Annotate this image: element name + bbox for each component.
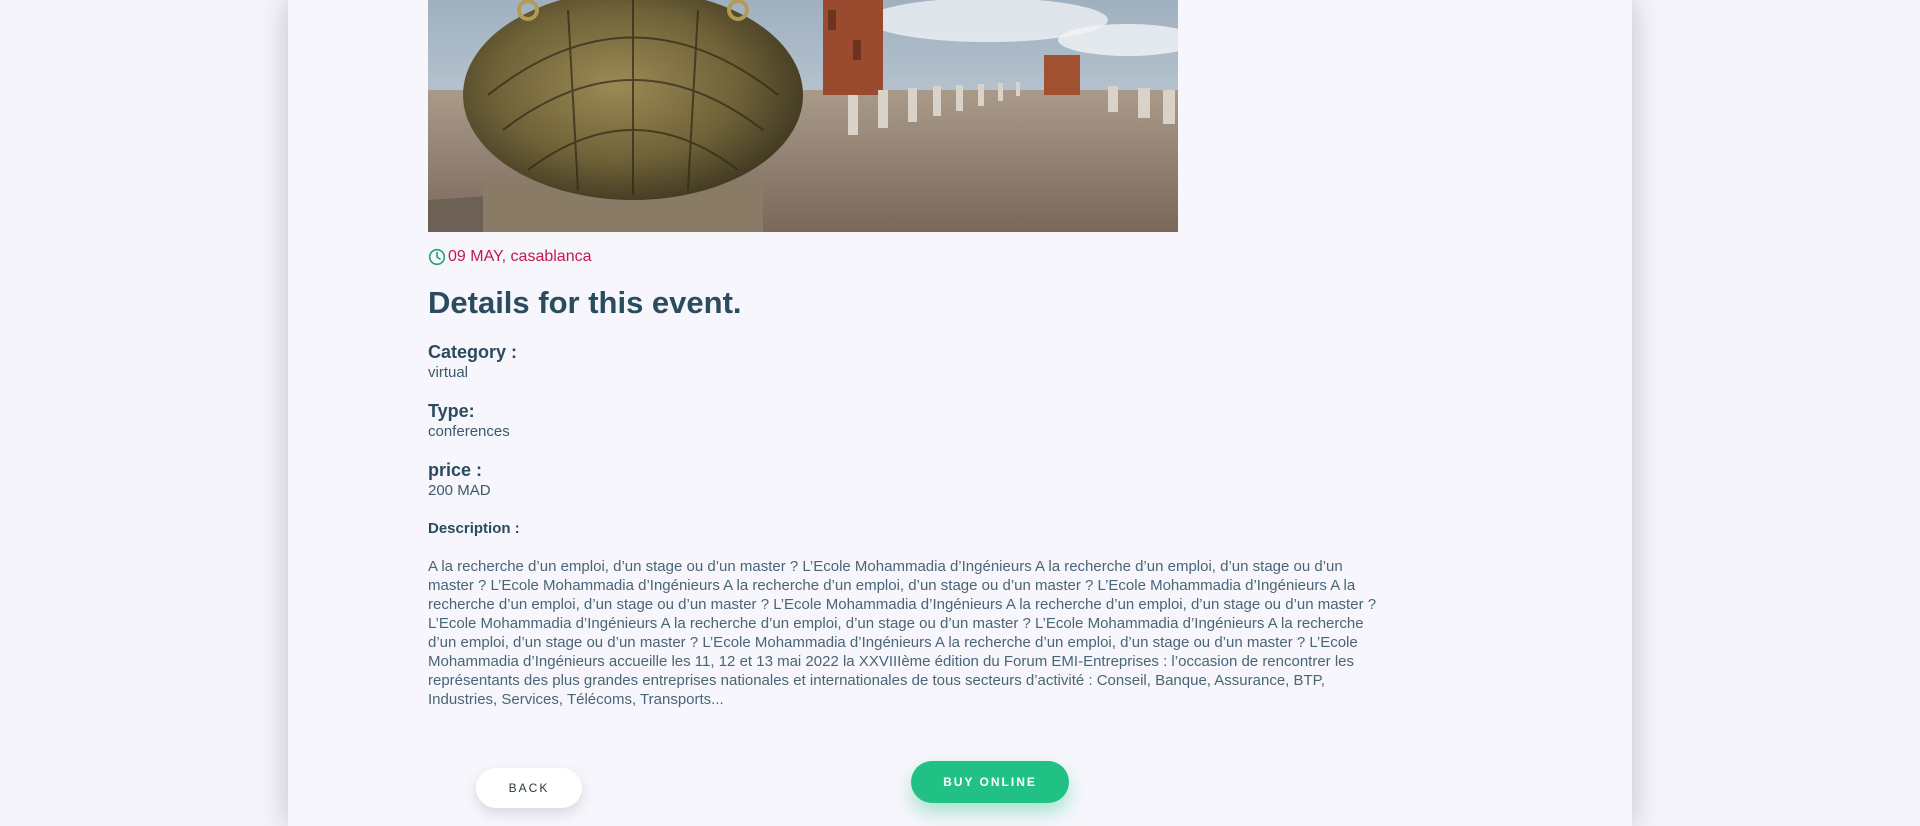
price-label: price : [428, 460, 483, 480]
buy-online-button[interactable]: BUY ONLINE [911, 761, 1069, 803]
back-button[interactable]: BACK [476, 768, 582, 808]
event-date-location: 09 MAY, casablanca [428, 247, 592, 267]
event-image [428, 0, 1178, 232]
clock-icon [428, 248, 446, 266]
description-label: Description : [428, 520, 520, 537]
price-value: 200 MAD [428, 482, 491, 499]
event-date-text: 09 MAY, casablanca [448, 248, 592, 265]
details-title: Details for this event. [428, 285, 742, 320]
description-text: A la recherche d’un emploi, d’un stage o… [428, 558, 1377, 708]
type-label: Type: [428, 401, 475, 421]
event-details-card: 09 MAY, casablanca Details for this even… [288, 0, 1632, 826]
category-value: virtual [428, 364, 469, 381]
type-value: conferences [428, 423, 510, 440]
category-label: Category : [428, 342, 518, 362]
